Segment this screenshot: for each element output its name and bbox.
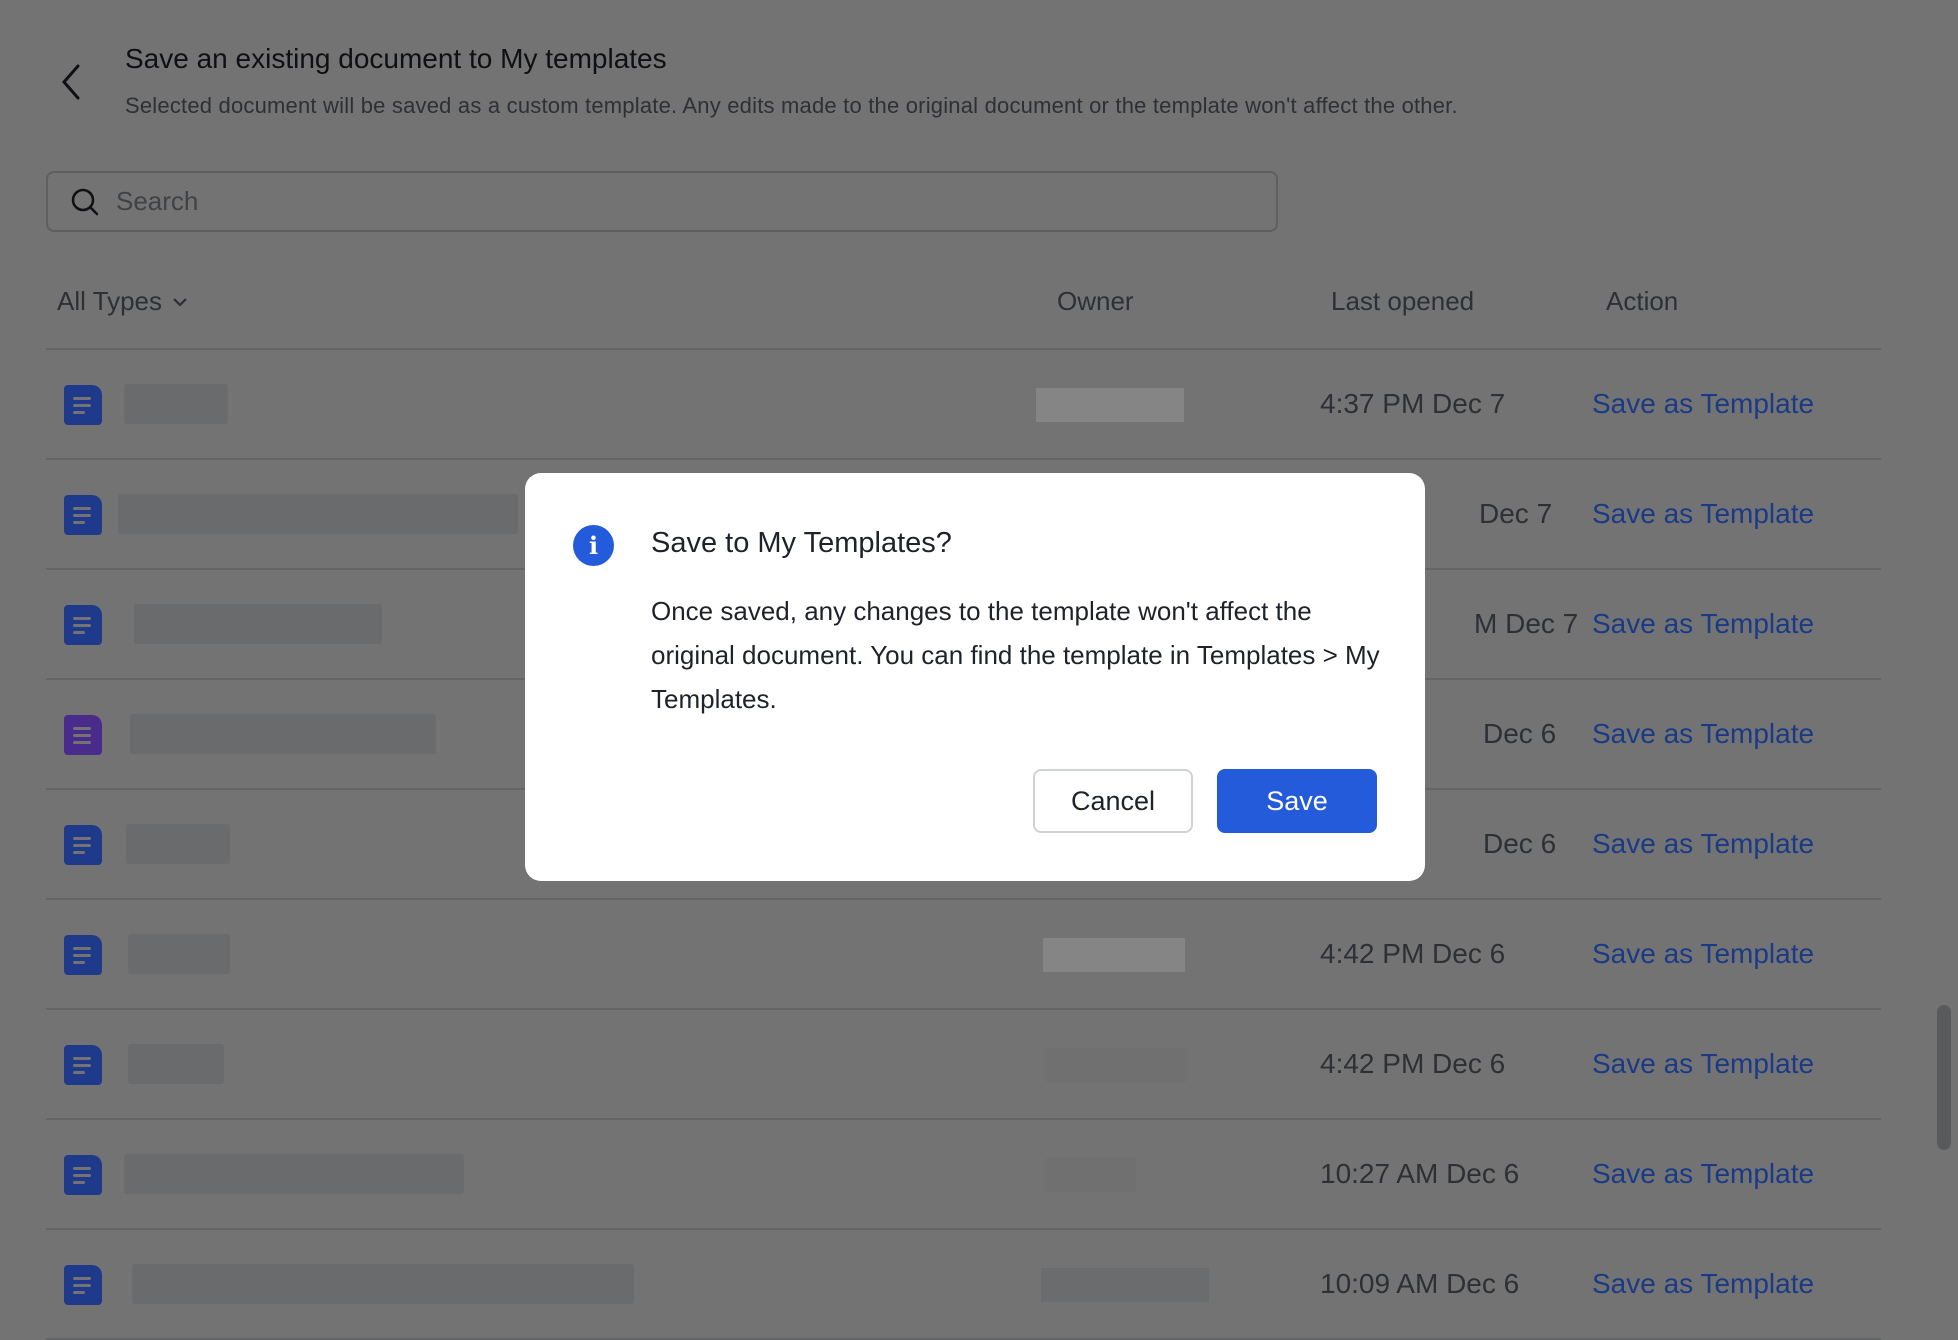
search-input[interactable]: [116, 186, 1216, 217]
page-subtitle: Selected document will be saved as a cus…: [125, 93, 1458, 119]
last-opened: 10:27 AM Dec 6: [1320, 1158, 1519, 1190]
page-title: Save an existing document to My template…: [125, 43, 667, 75]
save-as-template-link[interactable]: Save as Template: [1592, 1158, 1814, 1190]
dialog-body: Once saved, any changes to the template …: [651, 589, 1381, 721]
blurred-document-name: [124, 1154, 464, 1194]
last-opened: M Dec 7: [1474, 608, 1578, 640]
save-as-template-link[interactable]: Save as Template: [1592, 608, 1814, 640]
doc-icon: [64, 605, 102, 645]
last-opened: 4:42 PM Dec 6: [1320, 1048, 1505, 1080]
column-header-owner: Owner: [1057, 286, 1134, 317]
back-button[interactable]: [58, 62, 86, 102]
save-template-dialog: i Save to My Templates? Once saved, any …: [525, 473, 1425, 881]
save-as-template-link[interactable]: Save as Template: [1592, 1048, 1814, 1080]
search-icon: [70, 187, 100, 217]
blurred-document-name: [124, 384, 228, 424]
info-icon: i: [573, 525, 614, 566]
last-opened: Dec 6: [1483, 828, 1556, 860]
blurred-owner: [1036, 388, 1184, 422]
blurred-document-name: [118, 494, 518, 534]
doc-icon: [64, 1155, 102, 1195]
search-box[interactable]: [46, 171, 1278, 232]
table-row[interactable]: 10:09 AM Dec 6 Save as Template: [46, 1230, 1881, 1340]
chevron-left-icon: [58, 62, 86, 102]
blurred-owner: [1046, 1048, 1186, 1082]
dialog-title: Save to My Templates?: [651, 527, 952, 560]
save-as-template-link[interactable]: Save as Template: [1592, 1268, 1814, 1300]
blurred-owner: [1041, 1268, 1209, 1302]
save-as-template-link[interactable]: Save as Template: [1592, 388, 1814, 420]
table-row[interactable]: 4:42 PM Dec 6 Save as Template: [46, 1010, 1881, 1120]
type-filter-dropdown[interactable]: All Types: [57, 286, 190, 317]
save-button[interactable]: Save: [1217, 769, 1377, 833]
last-opened: 10:09 AM Dec 6: [1320, 1268, 1519, 1300]
save-as-template-link[interactable]: Save as Template: [1592, 498, 1814, 530]
doc-icon: [64, 935, 102, 975]
save-as-template-link[interactable]: Save as Template: [1592, 828, 1814, 860]
last-opened: 4:42 PM Dec 6: [1320, 938, 1505, 970]
list-doc-icon: [64, 715, 102, 755]
table-row[interactable]: 4:37 PM Dec 7 Save as Template: [46, 350, 1881, 460]
chevron-down-icon: [170, 292, 190, 312]
doc-icon: [64, 495, 102, 535]
table-row[interactable]: 10:27 AM Dec 6 Save as Template: [46, 1120, 1881, 1230]
blurred-document-name: [128, 1044, 224, 1084]
blurred-document-name: [128, 934, 230, 974]
blurred-document-name: [130, 714, 436, 754]
column-header-action: Action: [1606, 286, 1678, 317]
cancel-button[interactable]: Cancel: [1033, 769, 1193, 833]
column-header-last-opened: Last opened: [1331, 286, 1474, 317]
last-opened: 4:37 PM Dec 7: [1320, 388, 1505, 420]
blurred-document-name: [126, 824, 230, 864]
doc-icon: [64, 1045, 102, 1085]
last-opened: Dec 7: [1479, 498, 1552, 530]
save-as-template-link[interactable]: Save as Template: [1592, 938, 1814, 970]
scrollbar[interactable]: [1937, 1005, 1951, 1150]
type-filter-label: All Types: [57, 286, 162, 317]
blurred-document-name: [134, 604, 382, 644]
doc-icon: [64, 825, 102, 865]
last-opened: Dec 6: [1483, 718, 1556, 750]
blurred-owner: [1043, 938, 1185, 972]
doc-icon: [64, 1265, 102, 1305]
blurred-owner: [1046, 1158, 1136, 1192]
blurred-document-name: [132, 1264, 634, 1304]
save-as-template-link[interactable]: Save as Template: [1592, 718, 1814, 750]
table-row[interactable]: 4:42 PM Dec 6 Save as Template: [46, 900, 1881, 1010]
doc-icon: [64, 385, 102, 425]
